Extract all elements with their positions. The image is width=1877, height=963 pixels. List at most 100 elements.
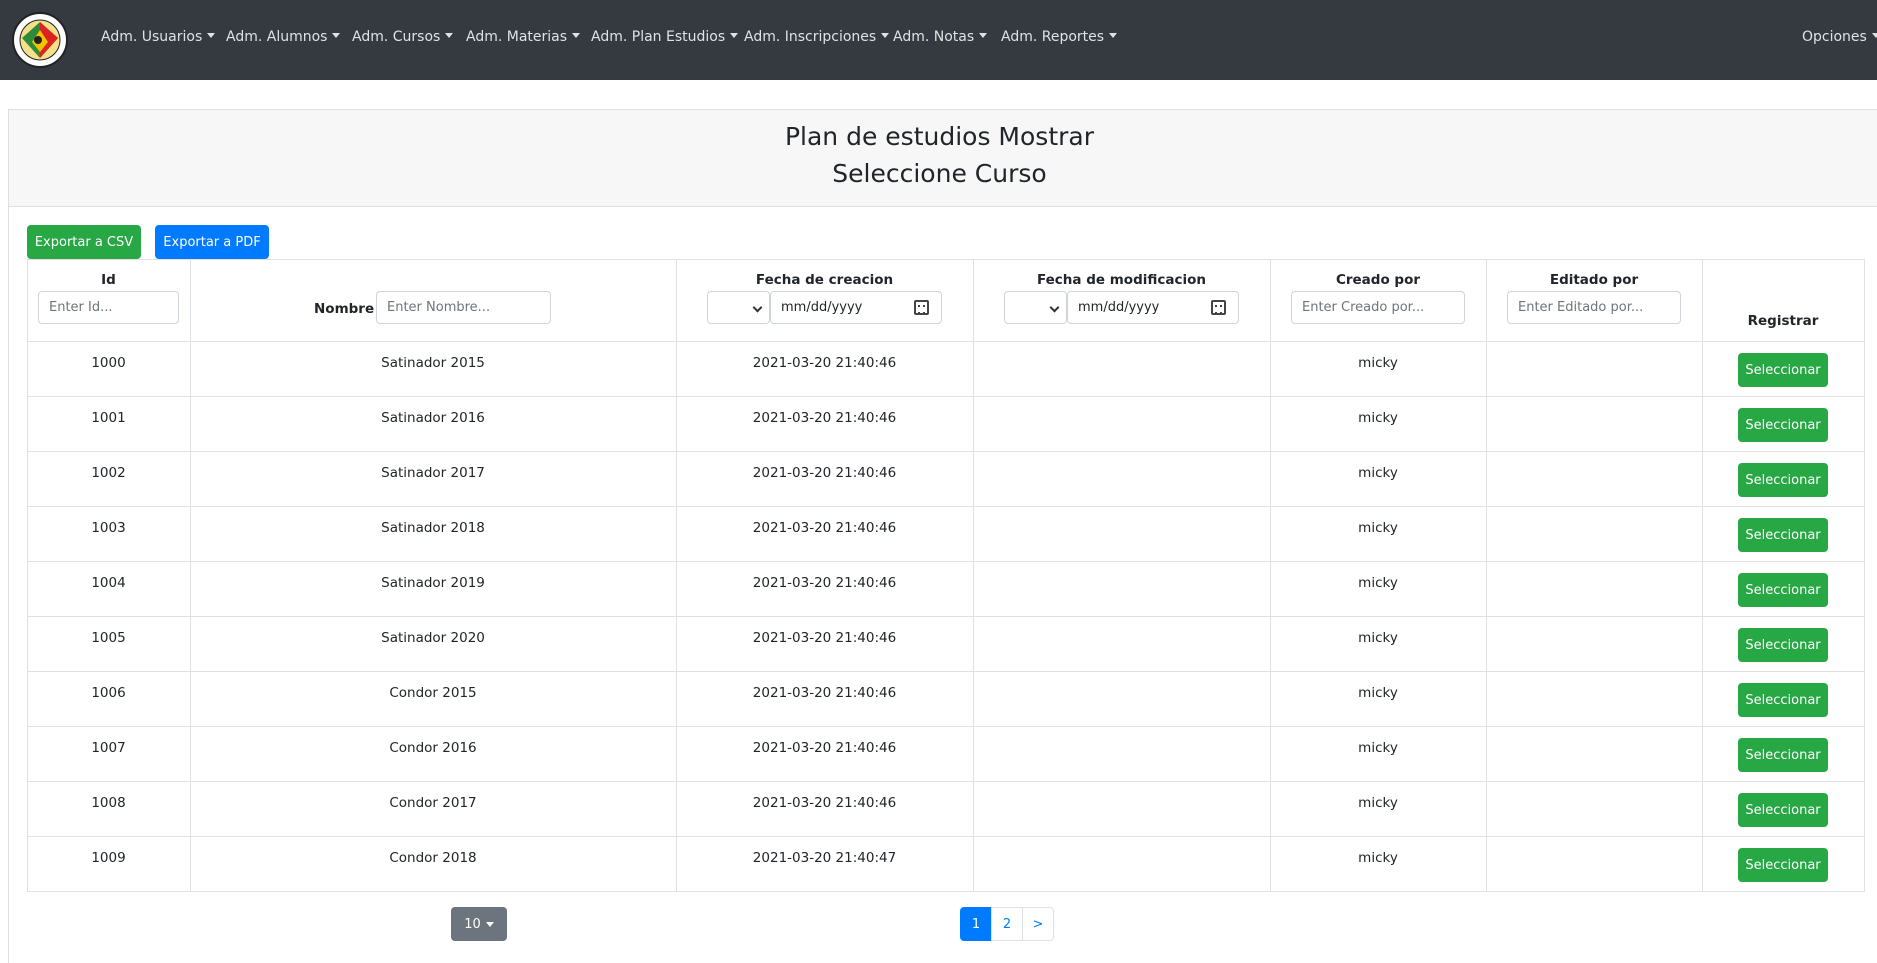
page-subtitle: Seleccione Curso <box>832 159 1047 188</box>
chevron-down-icon <box>752 302 763 313</box>
cell-fecha-creacion: 2021-03-20 21:40:46 <box>752 355 897 371</box>
cell-id: 1009 <box>91 850 126 866</box>
col-header-id[interactable]: Id <box>27 272 190 288</box>
fecha-modificacion-date-input[interactable]: mm/dd/yyyy <box>1067 291 1239 324</box>
page-title: Plan de estudios Mostrar <box>784 122 1095 151</box>
page-size-dropdown[interactable]: 10 <box>451 907 507 941</box>
id-filter-input[interactable]: Enter Id... <box>38 291 179 324</box>
col-divider <box>1486 259 1487 892</box>
cell-id: 1007 <box>91 740 126 756</box>
cell-id: 1001 <box>91 410 126 426</box>
cell-nombre: Condor 2016 <box>389 740 477 756</box>
table-border-top <box>27 259 1865 260</box>
creado-por-filter-input[interactable]: Enter Creado por... <box>1291 291 1465 324</box>
col-header-fecha-modificacion[interactable]: Fecha de modificacion <box>973 272 1270 288</box>
row-divider <box>27 726 1865 727</box>
seleccionar-button[interactable]: Seleccionar <box>1738 683 1828 717</box>
seleccionar-button[interactable]: Seleccionar <box>1738 353 1828 387</box>
caret-down-icon <box>1109 33 1118 38</box>
next-page-button[interactable]: > <box>1022 907 1054 941</box>
row-divider <box>27 616 1865 617</box>
cell-fecha-creacion: 2021-03-20 21:40:47 <box>752 850 897 866</box>
seleccionar-button[interactable]: Seleccionar <box>1738 793 1828 827</box>
caret-down-icon <box>572 33 581 38</box>
seleccionar-button[interactable]: Seleccionar <box>1738 518 1828 552</box>
export-pdf-button[interactable]: Exportar a PDF <box>155 225 269 259</box>
cell-fecha-creacion: 2021-03-20 21:40:46 <box>752 520 897 536</box>
table-border-bottom <box>27 891 1865 892</box>
nav-adm-plan-estudios[interactable]: Adm. Plan Estudios <box>591 29 739 45</box>
cell-id: 1003 <box>91 520 126 536</box>
col-header-nombre[interactable]: Nombre <box>314 301 374 317</box>
cell-creado-por: micky <box>1358 795 1398 811</box>
cell-id: 1000 <box>91 355 126 371</box>
nav-adm-cursos[interactable]: Adm. Cursos <box>352 29 454 45</box>
cell-creado-por: micky <box>1358 520 1398 536</box>
col-header-editado-por[interactable]: Editado por <box>1486 272 1702 288</box>
cell-nombre: Satinador 2018 <box>381 520 485 536</box>
cell-id: 1006 <box>91 685 126 701</box>
editado-por-filter-input[interactable]: Enter Editado por... <box>1507 291 1681 324</box>
table-header-border <box>27 341 1865 342</box>
calendar-icon[interactable] <box>1211 300 1226 315</box>
fecha-creacion-date-input[interactable]: mm/dd/yyyy <box>770 291 942 324</box>
cell-creado-por: micky <box>1358 850 1398 866</box>
nav-opciones[interactable]: Opciones <box>1802 29 1877 45</box>
col-header-creado-por[interactable]: Creado por <box>1270 272 1486 288</box>
col-divider <box>973 259 974 892</box>
export-csv-button[interactable]: Exportar a CSV <box>27 225 141 259</box>
nav-adm-usuarios[interactable]: Adm. Usuarios <box>101 29 216 45</box>
cell-creado-por: micky <box>1358 465 1398 481</box>
seleccionar-button[interactable]: Seleccionar <box>1738 408 1828 442</box>
cell-fecha-creacion: 2021-03-20 21:40:46 <box>752 410 897 426</box>
top-navbar: Adm. Usuarios Adm. Alumnos Adm. Cursos A… <box>0 0 1877 80</box>
caret-down-icon <box>730 33 739 38</box>
fecha-creacion-operator-select[interactable] <box>707 291 770 324</box>
cell-id: 1005 <box>91 630 126 646</box>
nav-adm-reportes[interactable]: Adm. Reportes <box>1001 29 1118 45</box>
col-header-fecha-creacion[interactable]: Fecha de creacion <box>676 272 973 288</box>
row-divider <box>27 671 1865 672</box>
cell-creado-por: micky <box>1358 575 1398 591</box>
caret-down-icon <box>332 33 341 38</box>
caret-down-icon <box>1871 33 1877 38</box>
seleccionar-button[interactable]: Seleccionar <box>1738 463 1828 497</box>
nav-adm-alumnos[interactable]: Adm. Alumnos <box>226 29 341 45</box>
col-header-registrar: Registrar <box>1747 313 1819 329</box>
cell-nombre: Condor 2017 <box>389 795 477 811</box>
cell-nombre: Satinador 2020 <box>381 630 485 646</box>
caret-down-icon <box>979 33 988 38</box>
col-divider <box>1702 259 1703 892</box>
fecha-modificacion-operator-select[interactable] <box>1004 291 1067 324</box>
row-divider <box>27 506 1865 507</box>
cell-id: 1002 <box>91 465 126 481</box>
cell-nombre: Satinador 2015 <box>381 355 485 371</box>
row-divider <box>27 781 1865 782</box>
cell-creado-por: micky <box>1358 740 1398 756</box>
cell-nombre: Satinador 2016 <box>381 410 485 426</box>
nav-adm-materias[interactable]: Adm. Materias <box>466 29 581 45</box>
cell-fecha-creacion: 2021-03-20 21:40:46 <box>752 465 897 481</box>
row-divider <box>27 396 1865 397</box>
nombre-filter-input[interactable]: Enter Nombre... <box>376 291 551 324</box>
chevron-down-icon <box>1049 302 1060 313</box>
caret-down-icon <box>445 33 454 38</box>
page-button-2[interactable]: 2 <box>991 907 1023 941</box>
row-divider <box>27 561 1865 562</box>
main-card: Plan de estudios Mostrar Seleccione Curs… <box>8 109 1877 963</box>
cell-nombre: Satinador 2019 <box>381 575 485 591</box>
row-divider <box>27 836 1865 837</box>
cell-fecha-creacion: 2021-03-20 21:40:46 <box>752 630 897 646</box>
school-crest-logo[interactable] <box>10 12 70 69</box>
cell-fecha-creacion: 2021-03-20 21:40:46 <box>752 795 897 811</box>
nav-adm-inscripciones[interactable]: Adm. Inscripciones <box>744 29 890 45</box>
seleccionar-button[interactable]: Seleccionar <box>1738 848 1828 882</box>
seleccionar-button[interactable]: Seleccionar <box>1738 738 1828 772</box>
cell-id: 1004 <box>91 575 126 591</box>
seleccionar-button[interactable]: Seleccionar <box>1738 628 1828 662</box>
page-button-1[interactable]: 1 <box>960 907 992 941</box>
seleccionar-button[interactable]: Seleccionar <box>1738 573 1828 607</box>
nav-adm-notas[interactable]: Adm. Notas <box>893 29 988 45</box>
calendar-icon[interactable] <box>914 300 929 315</box>
cell-creado-por: micky <box>1358 630 1398 646</box>
